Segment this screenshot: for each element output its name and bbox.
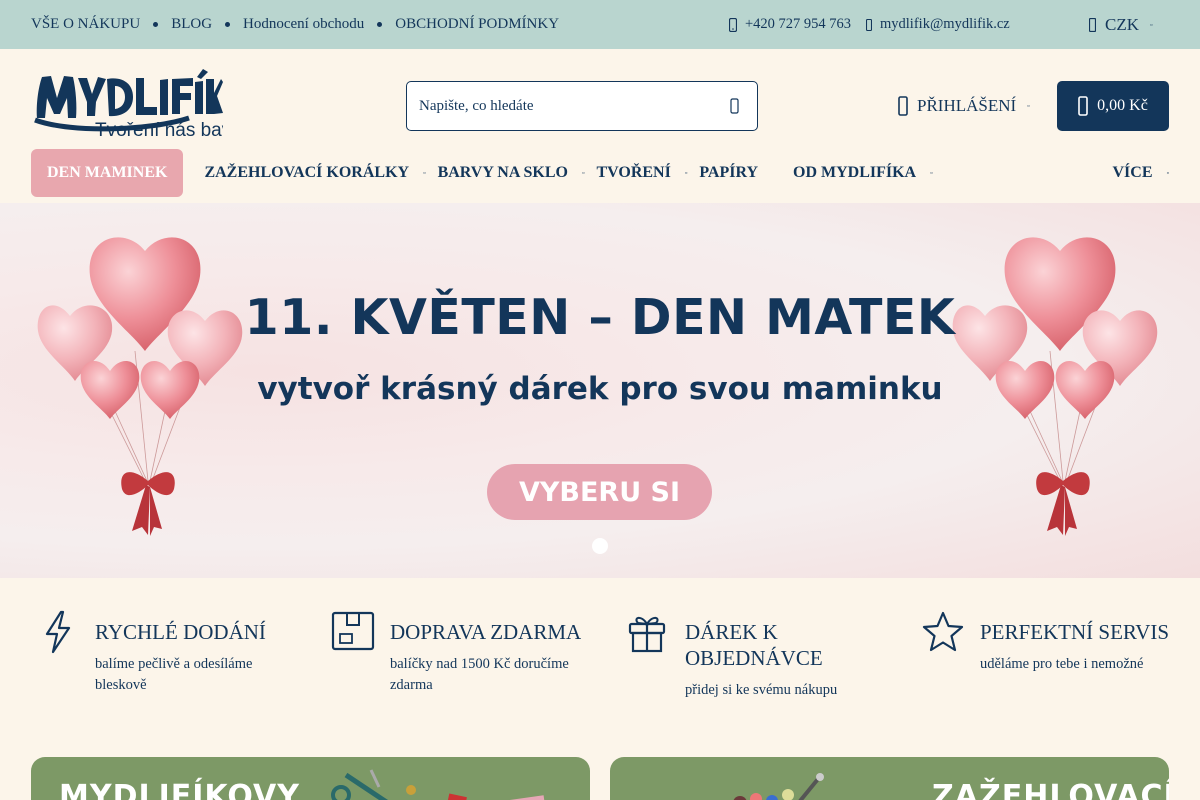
nav-item-zazehlovaci-koralky[interactable]: ZAŽEHLOVACÍ KORÁLKY ▫	[204, 149, 429, 197]
chevron-down-icon: ▫	[684, 169, 688, 177]
top-links: VŠE O NÁKUPU BLOG Hodnocení obchodu OBCH…	[31, 0, 559, 49]
top-link-shop-rating[interactable]: Hodnocení obchodu	[243, 16, 364, 33]
nav-item-label: VÍCE	[1112, 164, 1153, 181]
search-input[interactable]	[419, 97, 725, 115]
currency-label: CZK	[1105, 14, 1139, 34]
phone-contact[interactable]: +420 727 954 763	[729, 0, 851, 49]
lightning-icon	[45, 610, 71, 654]
nav-item-barvy-na-sklo[interactable]: BARVY NA SKLO ▫	[438, 149, 589, 197]
hero-subtitle: vytvoř krásný dárek pro svou maminku	[257, 371, 943, 407]
chevron-down-icon: ▫	[423, 169, 426, 177]
feature-title: RYCHLÉ DODÁNÍ	[95, 620, 266, 644]
feature-title: DÁREK K OBJEDNÁVCE	[685, 620, 823, 670]
currency-icon	[1089, 17, 1096, 32]
nav-item-papiry[interactable]: PAPÍRY	[699, 149, 758, 197]
currency-selector[interactable]: CZK ▫	[1089, 0, 1152, 49]
top-bar: VŠE O NÁKUPU BLOG Hodnocení obchodu OBCH…	[0, 0, 1200, 49]
hero-cta-button[interactable]: VYBERU SI	[487, 464, 712, 520]
feature-description: přidej si ke svému nákupu	[685, 682, 838, 698]
hero-banner[interactable]: 11. KVĚTEN – DEN MATEK vytvoř krásný dár…	[0, 203, 1200, 578]
nav-item-den-maminek[interactable]: DEN MAMINEK	[31, 149, 184, 197]
login-label: PŘIHLÁŠENÍ	[917, 96, 1017, 115]
box-icon	[331, 611, 375, 651]
beads-image	[733, 773, 824, 800]
chevron-down-icon: ▫	[930, 169, 933, 177]
hero-title: 11. KVĚTEN – DEN MATEK	[244, 289, 956, 346]
feature-service: PERFEKTNÍ SERVIS uděláme pro tebe i nemo…	[920, 610, 1180, 675]
login-button[interactable]: PŘIHLÁŠENÍ ▫	[898, 81, 1030, 131]
search-box[interactable]	[406, 81, 758, 131]
chevron-down-icon: ▫	[1150, 20, 1153, 29]
top-link-terms[interactable]: OBCHODNÍ PODMÍNKY	[395, 16, 559, 33]
nav-item-label: TVOŘENÍ	[596, 164, 671, 181]
mail-icon	[866, 18, 872, 31]
feature-fast-delivery: RYCHLÉ DODÁNÍ balíme pečlivě a odesíláme…	[35, 610, 295, 696]
user-icon	[898, 96, 908, 116]
logo-tagline: Tvoření nás baví	[95, 120, 223, 140]
feature-free-shipping: DOPRAVA ZDARMA balíčky nad 1500 Kč doruč…	[330, 610, 590, 696]
feature-description: balíme pečlivě a odesíláme bleskově	[95, 656, 253, 693]
cart-icon	[1078, 96, 1088, 116]
feature-title: PERFEKTNÍ SERVIS	[980, 620, 1170, 644]
promo-card-title: ZAŽEHLOVACÍ	[932, 779, 1169, 800]
nav-item-tvoreni[interactable]: TVOŘENÍ ▫	[596, 149, 691, 197]
separator-dot	[377, 22, 383, 27]
nav-item-label: BARVY NA SKLO	[437, 164, 568, 181]
main-navigation: DEN MAMINEK ZAŽEHLOVACÍ KORÁLKY ▫ BARVY …	[31, 149, 1169, 197]
chevron-down-icon: ▫	[581, 169, 585, 177]
nav-item-label: ZAŽEHLOVACÍ KORÁLKY	[204, 164, 410, 181]
nav-item-label: OD MYDLIFÍKA	[793, 164, 917, 181]
feature-description: uděláme pro tebe i nemožné	[980, 656, 1144, 672]
feature-title: DOPRAVA ZDARMA	[390, 620, 582, 644]
carousel-dot-indicator[interactable]	[592, 538, 608, 554]
star-icon	[922, 611, 964, 652]
chevron-down-icon: ▫	[1166, 169, 1169, 177]
site-logo[interactable]: Tvoření nás baví	[33, 68, 237, 141]
cart-total: 0,00 Kč	[1097, 97, 1148, 114]
cart-button[interactable]: 0,00 Kč	[1057, 81, 1169, 131]
promo-card-title: MYDLIFÍKOVY	[59, 779, 300, 800]
search-icon[interactable]	[725, 96, 745, 116]
email-contact[interactable]: mydlifik@mydlifik.cz	[866, 0, 1010, 49]
promo-card-mydlifikovy[interactable]: MYDLIFÍKOVY	[31, 757, 590, 800]
gift-icon	[628, 616, 666, 653]
email-address: mydlifik@mydlifik.cz	[880, 16, 1010, 32]
top-link-blog[interactable]: BLOG	[171, 16, 212, 33]
phone-icon	[729, 17, 737, 32]
promo-card-zazehlovaci[interactable]: ZAŽEHLOVACÍ	[610, 757, 1169, 800]
separator-dot	[153, 22, 159, 27]
phone-number: +420 727 954 763	[745, 16, 852, 32]
top-link-shopping-info[interactable]: VŠE O NÁKUPU	[31, 16, 140, 33]
craft-supplies-image	[331, 769, 548, 800]
separator-dot	[225, 22, 231, 27]
nav-item-od-mydlifika[interactable]: OD MYDLIFÍKA ▫	[793, 149, 937, 197]
feature-description: balíčky nad 1500 Kč doručíme zdarma	[390, 656, 569, 693]
feature-gift: DÁREK K OBJEDNÁVCE přidej si ke svému ná…	[625, 610, 885, 701]
nav-item-vice[interactable]: VÍCE ▫	[1113, 149, 1170, 197]
chevron-down-icon: ▫	[1027, 102, 1030, 110]
